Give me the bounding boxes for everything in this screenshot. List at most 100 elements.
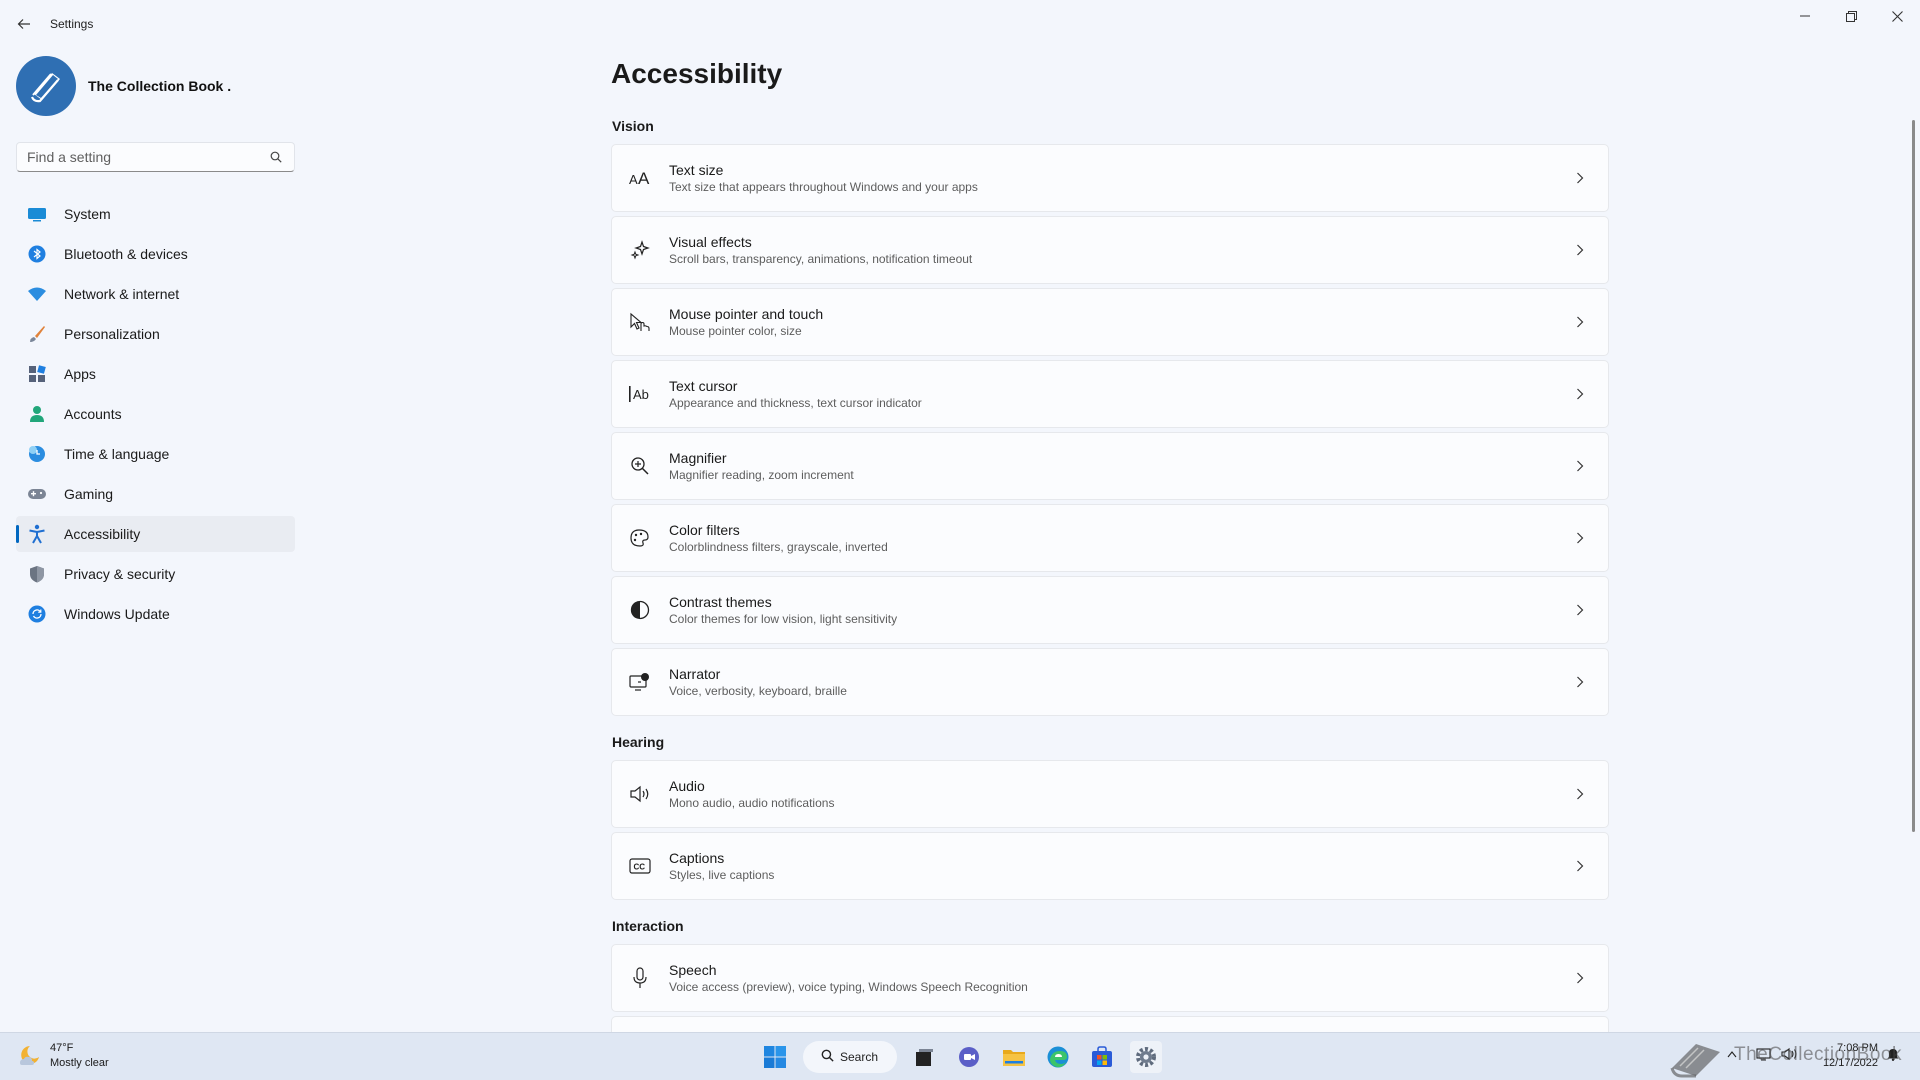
setting-card-speech[interactable]: Speech Voice access (preview), voice typi… — [611, 944, 1609, 1012]
setting-card-audio[interactable]: Audio Mono audio, audio notifications — [611, 760, 1609, 828]
scrollbar[interactable] — [1912, 120, 1915, 832]
apps-icon — [26, 363, 48, 385]
sidebar-item-network[interactable]: Network & internet — [16, 276, 295, 312]
sidebar-item-label: System — [64, 206, 111, 222]
sidebar-item-accounts[interactable]: Accounts — [16, 396, 295, 432]
sidebar-item-label: Time & language — [64, 446, 170, 462]
setting-card-partial[interactable] — [611, 1016, 1609, 1032]
sidebar-item-apps[interactable]: Apps — [16, 356, 295, 392]
store-icon — [1092, 1046, 1112, 1067]
card-subtitle: Appearance and thickness, text cursor in… — [669, 396, 922, 410]
setting-card-mouse-pointer[interactable]: Mouse pointer and touch Mouse pointer col… — [611, 288, 1609, 356]
task-view-icon — [916, 1049, 933, 1066]
minimize-icon — [1800, 15, 1810, 17]
sidebar-item-privacy[interactable]: Privacy & security — [16, 556, 295, 592]
chevron-right-icon — [1572, 674, 1588, 690]
section-header-vision: Vision — [612, 118, 654, 134]
sidebar-item-personalization[interactable]: Personalization — [16, 316, 295, 352]
title-bar: Settings — [0, 0, 1920, 48]
mouse-pointer-icon — [628, 310, 652, 334]
user-profile[interactable]: The Collection Book . — [16, 56, 231, 116]
sidebar-item-time-language[interactable]: Time & language — [16, 436, 295, 472]
settings-search[interactable] — [16, 142, 295, 172]
chevron-right-icon — [1572, 242, 1588, 258]
search-input[interactable] — [27, 149, 268, 165]
chevron-right-icon — [1572, 858, 1588, 874]
start-icon — [764, 1046, 786, 1068]
chat-button[interactable] — [953, 1041, 985, 1073]
sidebar-nav: System Bluetooth & devices Network & int… — [16, 196, 295, 636]
card-title: Visual effects — [669, 234, 752, 250]
taskbar-search[interactable]: Search — [803, 1041, 897, 1073]
minimize-button[interactable] — [1782, 4, 1828, 28]
settings-taskbar-button[interactable] — [1130, 1041, 1162, 1073]
setting-card-magnifier[interactable]: Magnifier Magnifier reading, zoom increme… — [611, 432, 1609, 500]
shield-icon — [26, 563, 48, 585]
edge-icon — [1047, 1046, 1069, 1068]
sidebar-item-label: Personalization — [64, 326, 160, 342]
sidebar-item-label: Accounts — [64, 406, 122, 422]
weather-widget[interactable]: 47°F Mostly clear — [16, 1041, 109, 1071]
card-title: Narrator — [669, 666, 721, 682]
file-explorer-icon — [1003, 1050, 1025, 1066]
card-title: Text cursor — [669, 378, 738, 394]
svg-text:CC: CC — [634, 863, 646, 872]
sidebar-item-label: Apps — [64, 366, 96, 382]
setting-card-color-filters[interactable]: Color filters Colorblindness filters, gra… — [611, 504, 1609, 572]
accounts-icon — [26, 403, 48, 425]
setting-card-text-cursor[interactable]: Ab Text cursor Appearance and thickness, … — [611, 360, 1609, 428]
sidebar-item-bluetooth[interactable]: Bluetooth & devices — [16, 236, 295, 272]
profile-name: The Collection Book . — [88, 78, 232, 94]
weather-description: Mostly clear — [50, 1057, 109, 1069]
setting-card-text-size[interactable]: AA Text size Text size that appears throu… — [611, 144, 1609, 212]
chat-icon — [959, 1047, 979, 1067]
card-subtitle: Text size that appears throughout Window… — [669, 180, 978, 194]
card-title: Contrast themes — [669, 594, 772, 610]
text-size-icon: AA — [628, 166, 652, 190]
card-title: Speech — [669, 962, 717, 978]
close-button[interactable] — [1874, 4, 1920, 28]
magnifier-icon — [628, 454, 652, 478]
card-subtitle: Magnifier reading, zoom increment — [669, 468, 854, 482]
setting-card-captions[interactable]: CC Captions Styles, live captions — [611, 832, 1609, 900]
narrator-icon — [628, 670, 652, 694]
card-subtitle: Mouse pointer color, size — [669, 324, 802, 338]
store-button[interactable] — [1086, 1041, 1118, 1073]
sidebar-item-label: Gaming — [64, 486, 114, 502]
card-subtitle: Styles, live captions — [669, 868, 775, 882]
card-subtitle: Voice, verbosity, keyboard, braille — [669, 684, 847, 698]
maximize-icon — [1845, 10, 1857, 22]
maximize-button[interactable] — [1828, 4, 1874, 28]
task-view-button[interactable] — [908, 1041, 940, 1073]
card-title: Captions — [669, 850, 725, 866]
setting-card-contrast-themes[interactable]: Contrast themes Color themes for low visi… — [611, 576, 1609, 644]
weather-temperature: 47°F — [50, 1042, 74, 1054]
sidebar-item-windows-update[interactable]: Windows Update — [16, 596, 295, 632]
file-explorer-button[interactable] — [998, 1041, 1030, 1073]
sidebar-item-gaming[interactable]: Gaming — [16, 476, 295, 512]
system-icon — [26, 203, 48, 225]
text-cursor-icon: Ab — [628, 382, 652, 406]
brush-icon — [26, 323, 48, 345]
wifi-icon — [26, 283, 48, 305]
sidebar-item-accessibility[interactable]: Accessibility — [16, 516, 295, 552]
svg-text:A: A — [629, 172, 638, 186]
setting-card-visual-effects[interactable]: Visual effects Scroll bars, transparency,… — [611, 216, 1609, 284]
card-title: Color filters — [669, 522, 740, 538]
setting-card-narrator[interactable]: Narrator Voice, verbosity, keyboard, brai… — [611, 648, 1609, 716]
sidebar-item-system[interactable]: System — [16, 196, 295, 232]
back-button[interactable] — [12, 12, 36, 36]
start-button[interactable] — [759, 1041, 791, 1073]
sidebar-item-label: Bluetooth & devices — [64, 246, 188, 262]
card-subtitle: Colorblindness filters, grayscale, inver… — [669, 540, 888, 554]
search-icon[interactable] — [268, 149, 284, 165]
card-subtitle: Scroll bars, transparency, animations, n… — [669, 252, 973, 266]
audio-icon — [628, 782, 652, 806]
card-title: Text size — [669, 162, 724, 178]
card-subtitle: Color themes for low vision, light sensi… — [669, 612, 898, 626]
edge-button[interactable] — [1042, 1041, 1074, 1073]
chevron-right-icon — [1572, 602, 1588, 618]
moon-cloud-icon — [20, 1046, 39, 1065]
taskbar: 47°F Mostly clear Search 7:08 PM 12/17/2… — [0, 1032, 1920, 1080]
svg-text:Ab: Ab — [633, 387, 649, 402]
